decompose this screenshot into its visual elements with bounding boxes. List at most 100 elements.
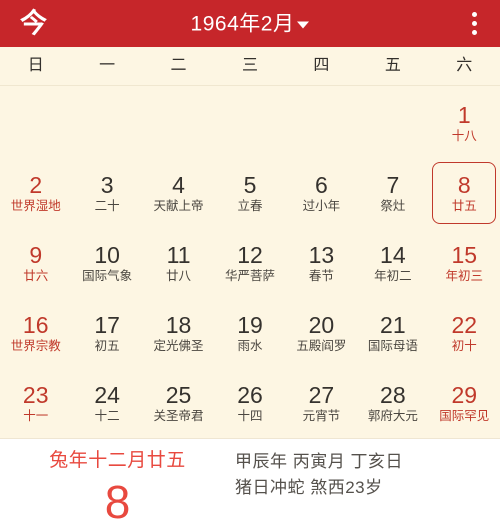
day-number: 20: [308, 311, 335, 338]
calendar-day-cell[interactable]: 25 关圣帝君: [143, 368, 214, 438]
day-number: 27: [308, 381, 335, 408]
day-number: 6: [315, 171, 328, 198]
calendar-day-cell[interactable]: 29 国际罕见: [429, 368, 500, 438]
day-detail-panel: 兔年十二月廿五 8 甲辰年 丙寅月 丁亥日 猪日冲蛇 煞西23岁: [0, 438, 500, 524]
more-vertical-icon[interactable]: [462, 11, 486, 37]
selected-day-number: 8: [104, 476, 131, 524]
day-sublabel: 过小年: [302, 198, 341, 213]
day-number: 1: [457, 101, 471, 128]
day-number: 16: [22, 311, 49, 338]
day-number: 2: [29, 171, 43, 198]
calendar-day-cell[interactable]: 20 五殿阎罗: [286, 298, 357, 368]
weekday-header: 日一二三四五六: [0, 47, 500, 86]
calendar-cell-empty: [0, 88, 71, 158]
day-sublabel: 元宵节: [302, 408, 341, 423]
calendar-cell-empty: [71, 88, 142, 158]
day-sublabel: 郭府大元: [367, 408, 418, 423]
day-sublabel: 年初三: [445, 268, 484, 283]
menu-dot: [471, 30, 477, 35]
ganzhi-line-1: 甲辰年 丙寅月 丁亥日: [235, 452, 403, 471]
day-number: 25: [165, 381, 192, 408]
day-number: 18: [165, 311, 192, 338]
day-sublabel: 天献上帝: [153, 198, 204, 213]
day-number: 7: [386, 171, 400, 198]
day-number: 3: [100, 171, 114, 198]
weekday-label-1: 一: [99, 57, 116, 74]
day-sublabel: 祭灶: [380, 198, 406, 213]
day-sublabel: 廿六: [23, 268, 49, 283]
day-sublabel: 五殿阎罗: [296, 338, 347, 353]
weekday-label-5: 五: [384, 57, 401, 74]
day-sublabel: 国际母语: [367, 338, 418, 353]
day-number: 5: [243, 171, 257, 198]
calendar-day-cell[interactable]: 23 十一: [0, 368, 71, 438]
day-sublabel: 十一: [23, 408, 49, 423]
day-sublabel: 世界湿地: [10, 198, 61, 213]
day-number: 21: [380, 311, 406, 338]
calendar-day-cell[interactable]: 21 国际母语: [357, 298, 428, 368]
day-sublabel: 国际罕见: [439, 408, 490, 423]
day-sublabel: 年初二: [374, 268, 412, 283]
detail-right-column: 甲辰年 丙寅月 丁亥日 猪日冲蛇 煞西23岁: [235, 451, 500, 496]
day-sublabel: 世界宗教: [10, 338, 61, 353]
day-sublabel: 华严菩萨: [224, 268, 275, 283]
calendar-day-cell[interactable]: 9 廿六: [0, 228, 71, 298]
calendar-day-cell[interactable]: 1 十八: [429, 88, 500, 158]
calendar-app: 今 1964年2月 日一二三四五六 1 十八 2 世界湿地 3 二十 4 天献上帝 5 立春 6 过小…: [0, 0, 500, 524]
calendar-day-cell[interactable]: 8 廿五: [429, 158, 500, 228]
weekday-label-0: 日: [27, 57, 44, 74]
calendar-day-cell[interactable]: 5 立春: [214, 158, 285, 228]
calendar-day-cell[interactable]: 12 华严菩萨: [214, 228, 285, 298]
day-number: 24: [94, 381, 120, 408]
calendar-day-cell[interactable]: 19 雨水: [214, 298, 285, 368]
calendar-cell-empty: [357, 88, 428, 158]
day-number: 19: [237, 311, 263, 338]
day-sublabel: 雨水: [237, 338, 263, 353]
calendar-day-cell[interactable]: 11 廿八: [143, 228, 214, 298]
day-sublabel: 十八: [451, 128, 477, 143]
calendar-day-cell[interactable]: 15 年初三: [429, 228, 500, 298]
day-number: 17: [94, 311, 120, 338]
calendar-day-cell[interactable]: 26 十四: [214, 368, 285, 438]
calendar-day-cell[interactable]: 16 世界宗教: [0, 298, 71, 368]
day-sublabel: 廿八: [166, 268, 192, 283]
calendar-day-cell[interactable]: 13 春节: [286, 228, 357, 298]
calendar-cell-empty: [286, 88, 357, 158]
day-sublabel: 春节: [308, 268, 334, 283]
chevron-down-icon: [297, 21, 310, 29]
calendar-day-cell[interactable]: 24 十二: [71, 368, 142, 438]
day-number: 4: [172, 171, 185, 198]
day-number: 26: [237, 381, 263, 408]
day-number: 10: [94, 241, 120, 268]
calendar-cell-empty: [143, 88, 214, 158]
calendar-day-cell[interactable]: 22 初十: [429, 298, 500, 368]
day-number: 12: [237, 241, 263, 268]
calendar-day-cell[interactable]: 18 定光佛圣: [143, 298, 214, 368]
day-sublabel: 初十: [451, 338, 477, 353]
day-number: 8: [457, 171, 471, 198]
weekday-label-6: 六: [456, 57, 473, 74]
calendar-day-cell[interactable]: 17 初五: [71, 298, 142, 368]
day-number: 29: [451, 381, 478, 408]
day-sublabel: 十四: [237, 408, 263, 423]
day-number: 22: [451, 311, 478, 338]
calendar-day-cell[interactable]: 28 郭府大元: [357, 368, 428, 438]
ganzhi-line-2: 猪日冲蛇 煞西23岁: [235, 478, 383, 497]
day-sublabel: 国际气象: [82, 268, 133, 283]
weekday-label-2: 二: [170, 57, 187, 74]
detail-left-column: 兔年十二月廿五 8: [0, 451, 235, 524]
day-number: 11: [166, 241, 191, 268]
month-title-dropdown[interactable]: 1964年2月: [0, 13, 500, 34]
day-number: 28: [380, 381, 406, 408]
menu-dot: [471, 12, 477, 17]
calendar-day-cell[interactable]: 27 元宵节: [286, 368, 357, 438]
calendar-day-cell[interactable]: 4 天献上帝: [143, 158, 214, 228]
calendar-day-cell[interactable]: 10 国际气象: [71, 228, 142, 298]
calendar-grid: 1 十八 2 世界湿地 3 二十 4 天献上帝 5 立春 6 过小年 7 祭灶 8 廿五 9 廿六 10 国际气象 11…: [0, 86, 500, 487]
calendar-day-cell[interactable]: 2 世界湿地: [0, 158, 71, 228]
calendar-day-cell[interactable]: 7 祭灶: [357, 158, 428, 228]
calendar-day-cell[interactable]: 14 年初二: [357, 228, 428, 298]
day-number: 9: [29, 241, 43, 268]
calendar-day-cell[interactable]: 3 二十: [71, 158, 142, 228]
calendar-day-cell[interactable]: 6 过小年: [286, 158, 357, 228]
